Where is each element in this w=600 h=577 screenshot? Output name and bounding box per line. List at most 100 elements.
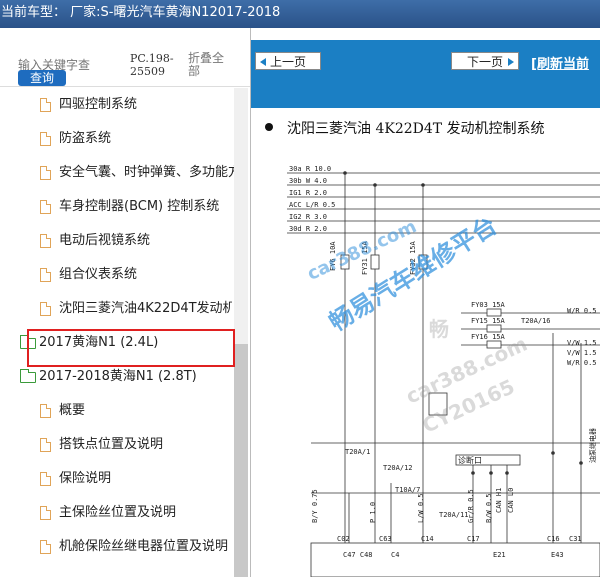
pin-label: E43 — [551, 551, 564, 559]
tree-item[interactable]: 安全气囊、时钟弹簧、多功能方 — [40, 156, 234, 190]
fuse-label: FY31 15A — [361, 240, 369, 275]
tree-item-label: 组合仪表系统 — [59, 267, 138, 282]
file-icon — [40, 200, 51, 214]
refresh-link[interactable]: [刷新当前 — [531, 53, 589, 72]
pin-label: C4 — [391, 551, 399, 559]
file-icon — [40, 302, 51, 316]
wiring-diagram: 30a R 10.0 30b W 4.0 IG1 R 2.0 ACC L/R 0… — [287, 165, 600, 577]
tree-item-label: 保险说明 — [59, 471, 112, 486]
tree-item[interactable]: 搭铁点位置及说明 — [40, 428, 163, 462]
pin-label: C14 — [421, 535, 434, 543]
file-icon — [40, 540, 51, 554]
next-page-button[interactable]: 下一页 — [451, 52, 519, 70]
fuse-label: FY16 15A — [471, 333, 506, 341]
wire-label: P 1.0 — [369, 502, 377, 523]
wire-label: 30a R 10.0 — [289, 165, 331, 173]
wire-label: CAN H1 — [495, 488, 503, 513]
sidebar: 查询 PC.198-25509 折叠全部 四驱控制系统 防盗系统 安全气囊、时钟… — [0, 28, 251, 577]
fuse-label: FY15 15A — [471, 317, 506, 325]
wire-label: ACC L/R 0.5 — [289, 201, 335, 209]
tree-item-label: 主保险丝位置及说明 — [59, 505, 177, 520]
wire-label: L/W 0.5 — [417, 493, 425, 523]
relay-label: 油泵继电器 — [588, 428, 597, 463]
tree-item-label: 机舱保险丝继电器位置及说明 — [59, 539, 229, 554]
wire-label: V/W 1.5 — [567, 339, 597, 347]
next-page-label: 下一页 — [466, 55, 503, 69]
wire-label: W/R 0.5 — [567, 359, 597, 367]
content-pane: 上一页 下一页 [刷新当前 沈阳三菱汽油 4K22D4T 发动机控制系统 30a… — [251, 28, 600, 577]
connector-label: T10A/7 — [395, 486, 420, 494]
file-icon — [40, 506, 51, 520]
document-title: 沈阳三菱汽油 4K22D4T 发动机控制系统 — [265, 118, 545, 138]
tree-item[interactable]: 电动后视镜系统 — [40, 224, 150, 258]
window-titlebar: 当前车型： 厂家:S-曙光汽车黄海N12017-2018 — [0, 0, 600, 28]
pin-label: C16 — [547, 535, 560, 543]
file-icon — [40, 268, 51, 282]
tree-item-label: 防盗系统 — [59, 131, 112, 146]
tree-item-label: 安全气囊、时钟弹簧、多功能方 — [59, 165, 234, 180]
pin-label: C63 — [379, 535, 392, 543]
window-title: 当前车型： 厂家:S-曙光汽车黄海N12017-2018 — [1, 5, 281, 20]
fuse-label: FY6 10A — [329, 241, 337, 271]
tree-item[interactable]: 概要 — [40, 394, 85, 428]
prev-page-button[interactable]: 上一页 — [255, 52, 321, 70]
pin-label: C02 — [337, 535, 350, 543]
bullet-icon — [265, 123, 273, 131]
wire-label: T20A/16 — [521, 317, 551, 325]
selection-highlight — [27, 329, 235, 367]
tree-item-label: 四驱控制系统 — [59, 97, 138, 112]
folder-icon — [20, 369, 36, 383]
tree-item-label: 概要 — [59, 403, 86, 418]
arrow-right-icon — [508, 58, 514, 66]
connector-label: T20A/12 — [383, 464, 413, 472]
file-icon — [40, 132, 51, 146]
pin-label: C17 — [467, 535, 480, 543]
file-icon — [40, 98, 51, 112]
connector-label: T20A/11 — [439, 511, 469, 519]
wire-label: IG1 R 2.0 — [289, 189, 327, 197]
wire-label: CAN L0 — [507, 488, 515, 513]
file-icon — [40, 472, 51, 486]
tree-item[interactable]: 保险说明 — [40, 462, 111, 496]
fuse-label: FY32 15A — [409, 240, 417, 275]
tree-item-selected[interactable]: 沈阳三菱汽油4K22D4T发动机控 — [40, 292, 232, 326]
pin-label: C31 — [569, 535, 582, 543]
file-icon — [40, 166, 51, 180]
arrow-left-icon — [260, 58, 266, 66]
tree-item-label: 电动后视镜系统 — [59, 233, 151, 248]
tree-item[interactable]: 防盗系统 — [40, 122, 111, 156]
fuse-label: FY03 15A — [471, 301, 506, 309]
connector-label: T20A/1 — [345, 448, 370, 456]
page-toolbar: 上一页 下一页 [刷新当前 — [251, 40, 600, 108]
tree-item-label: 车身控制器(BCM) 控制系统 — [59, 199, 220, 214]
document-title-text: 沈阳三菱汽油 4K22D4T 发动机控制系统 — [287, 121, 545, 137]
tree-item[interactable]: 车身控制器(BCM) 控制系统 — [40, 190, 219, 224]
tree-item[interactable]: 四驱控制系统 — [40, 88, 137, 122]
connector-label: 诊断口 — [458, 455, 482, 465]
file-icon — [40, 438, 51, 452]
tree-item[interactable]: 主保险丝位置及说明 — [40, 496, 176, 530]
part-code: PC.198-25509 — [130, 52, 174, 78]
file-icon — [40, 234, 51, 248]
wire-label: 30b W 4.0 — [289, 177, 327, 185]
file-icon — [40, 404, 51, 418]
tree-item-label: 搭铁点位置及说明 — [59, 437, 164, 452]
document-page: 沈阳三菱汽油 4K22D4T 发动机控制系统 30a R 10.0 30b W … — [251, 108, 600, 577]
pin-label: E21 — [493, 551, 506, 559]
search-button[interactable]: 查询 — [18, 70, 66, 86]
wire-label: V/W 1.5 — [567, 349, 597, 357]
wire-label: W/R 0.5 — [567, 307, 597, 315]
wire-label: B/Y 0.75 — [311, 489, 319, 523]
wire-label: 30d R 2.0 — [289, 225, 327, 233]
collapse-all-button[interactable]: 折叠全部 — [188, 52, 228, 78]
wire-label: Gr/R 0.5 — [467, 489, 475, 523]
prev-page-label: 上一页 — [269, 55, 306, 69]
tree-item-label: 沈阳三菱汽油4K22D4T发动机控 — [59, 301, 232, 316]
wire-label: IG2 R 3.0 — [289, 213, 327, 221]
tree-item[interactable]: 机舱保险丝继电器位置及说明 — [40, 530, 228, 564]
pin-label: C47 C48 — [343, 551, 373, 559]
search-bar: 查询 PC.198-25509 折叠全部 — [0, 28, 250, 87]
scrollbar-thumb[interactable] — [234, 344, 248, 577]
tree-folder-label: 2017-2018黄海N1 (2.8T) — [39, 369, 197, 384]
tree-item[interactable]: 组合仪表系统 — [40, 258, 137, 292]
